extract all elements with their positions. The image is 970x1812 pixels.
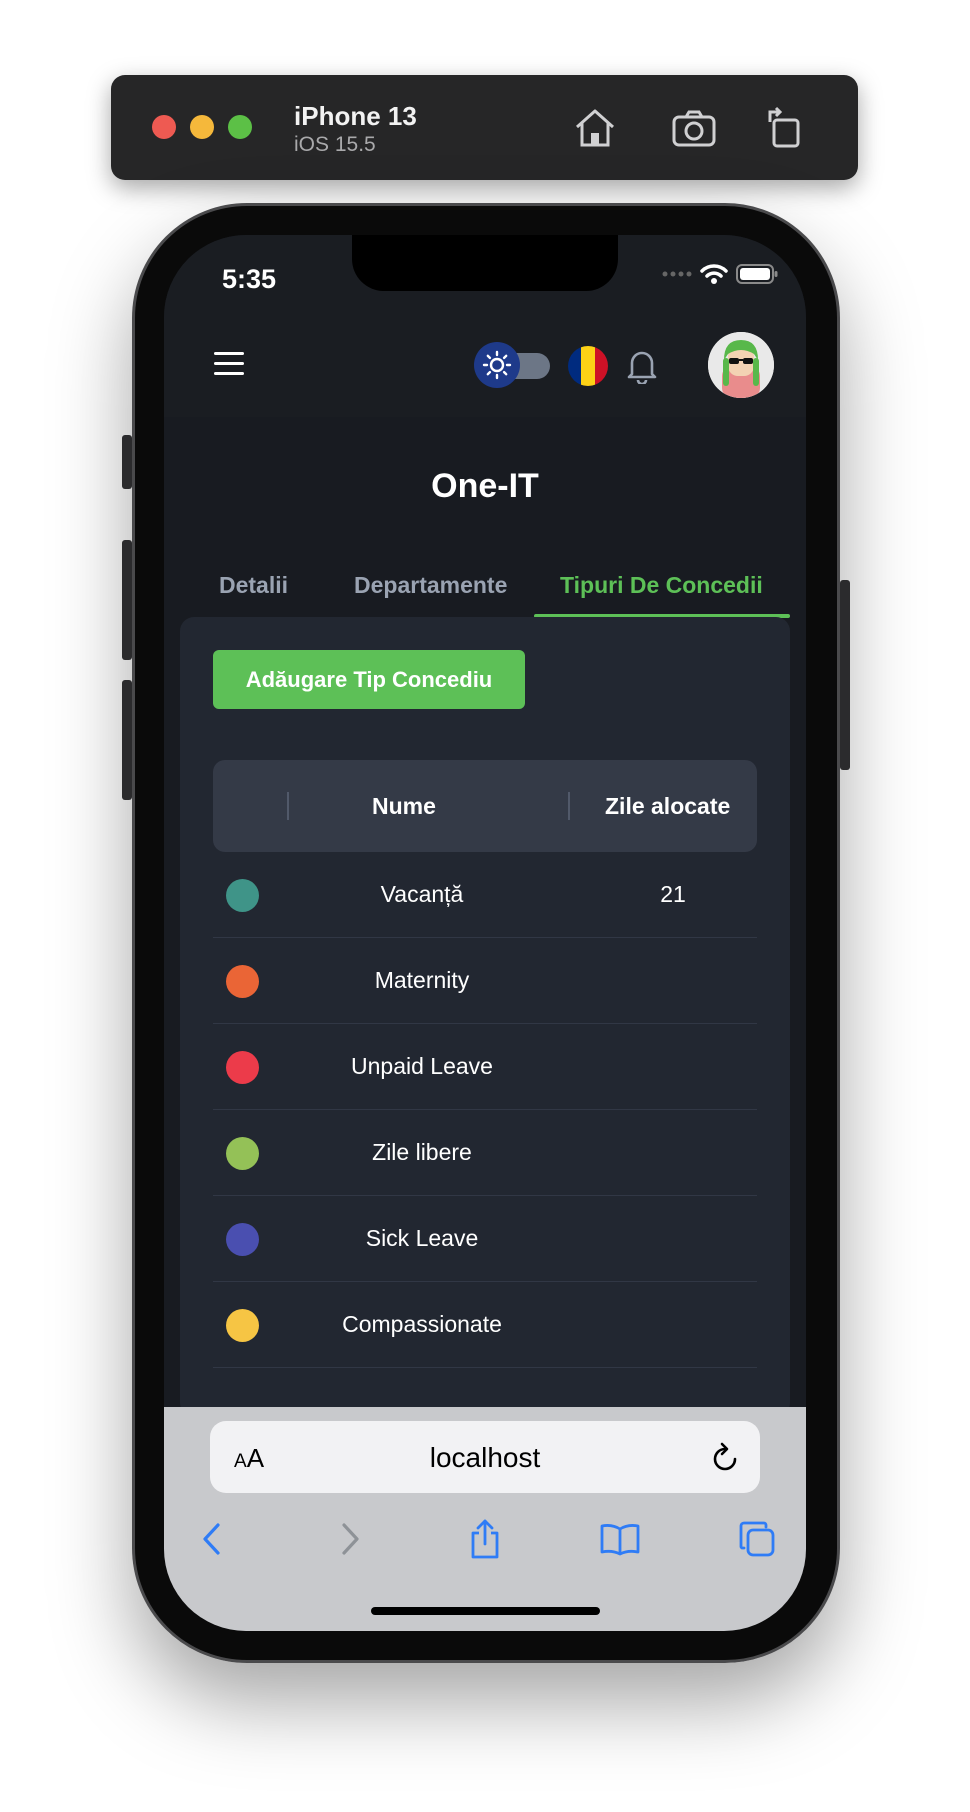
table-row[interactable]: Maternity [213, 938, 757, 1024]
table-row[interactable]: Sick Leave [213, 1196, 757, 1282]
forward-icon[interactable] [328, 1517, 372, 1561]
theme-toggle[interactable] [474, 342, 554, 388]
back-icon[interactable] [190, 1517, 234, 1561]
user-avatar[interactable] [708, 332, 774, 398]
menu-icon[interactable] [214, 352, 244, 376]
column-divider[interactable] [287, 792, 289, 820]
reload-icon[interactable] [710, 1441, 740, 1478]
wifi-icon [700, 264, 728, 284]
close-window-button[interactable] [152, 115, 176, 139]
page-title: One-IT [431, 467, 539, 505]
color-indicator [226, 1051, 259, 1084]
color-indicator [226, 1223, 259, 1256]
table-row[interactable]: Unpaid Leave [213, 1024, 757, 1110]
sun-icon [474, 342, 520, 388]
main-content: One-IT Detalii Departamente Tipuri De Co… [164, 417, 806, 1417]
screenshot-camera-icon[interactable] [669, 103, 719, 153]
battery-icon [736, 264, 778, 284]
leave-type-name: Vacanță [380, 881, 464, 907]
minimize-window-button[interactable] [190, 115, 214, 139]
table-row[interactable]: Zile libere [213, 1110, 757, 1196]
home-icon[interactable] [570, 103, 620, 153]
signal-icon [662, 271, 692, 277]
url-text: localhost [429, 1442, 541, 1473]
leave-type-name: Sick Leave [365, 1225, 479, 1251]
simulator-os-version: iOS 15.5 [294, 133, 376, 156]
app-header [164, 312, 806, 417]
notch [352, 235, 618, 291]
column-divider[interactable] [568, 792, 570, 820]
leave-types-card: Adăugare Tip Concediu Nume Zile alocate … [180, 617, 790, 1417]
bookmarks-icon[interactable] [598, 1517, 642, 1561]
phone-screen: 5:35 One-IT Detalii Departamente Tipuri … [164, 235, 806, 1631]
mute-switch [122, 435, 132, 489]
leave-type-name: Maternity [374, 967, 470, 993]
tab-detalii[interactable]: Detalii [219, 572, 288, 599]
status-time: 5:35 [222, 264, 277, 294]
table-row[interactable]: Compassionate [213, 1282, 757, 1368]
tab-tipuri-de-concedii[interactable]: Tipuri De Concedii [560, 572, 763, 599]
volume-down-button [122, 680, 132, 800]
leave-type-name: Compassionate [342, 1311, 502, 1337]
color-indicator [226, 879, 259, 912]
zoom-window-button[interactable] [228, 115, 252, 139]
volume-up-button [122, 540, 132, 660]
color-indicator [226, 1137, 259, 1170]
status-bar: 5:35 [164, 235, 806, 312]
share-icon[interactable] [463, 1517, 507, 1561]
column-header-days[interactable]: Zile alocate [605, 793, 730, 820]
tabs-icon[interactable] [735, 1517, 779, 1561]
simulator-toolbar: iPhone 13 iOS 15.5 [111, 75, 858, 180]
color-indicator [226, 965, 259, 998]
tab-departamente[interactable]: Departamente [354, 572, 507, 599]
allocated-days: 21 [660, 881, 686, 907]
leave-type-name: Unpaid Leave [351, 1053, 493, 1079]
table-header: Nume Zile alocate [213, 760, 757, 852]
browser-toolbar: AA localhost [164, 1407, 806, 1631]
notification-bell-icon[interactable] [626, 348, 658, 389]
table-row[interactable]: Vacanță 21 [213, 852, 757, 938]
column-header-name[interactable]: Nume [372, 793, 436, 820]
romania-flag-icon[interactable] [568, 346, 608, 386]
address-bar[interactable]: AA localhost [210, 1421, 760, 1493]
tab-bar: Detalii Departamente Tipuri De Concedii [180, 562, 790, 618]
power-button [840, 580, 850, 770]
add-leave-type-button[interactable]: Adăugare Tip Concediu [213, 650, 525, 709]
leave-type-name: Zile libere [372, 1139, 472, 1165]
simulator-device-name: iPhone 13 [294, 101, 417, 131]
color-indicator [226, 1309, 259, 1342]
home-indicator [371, 1607, 600, 1615]
rotate-device-icon[interactable] [759, 103, 809, 153]
